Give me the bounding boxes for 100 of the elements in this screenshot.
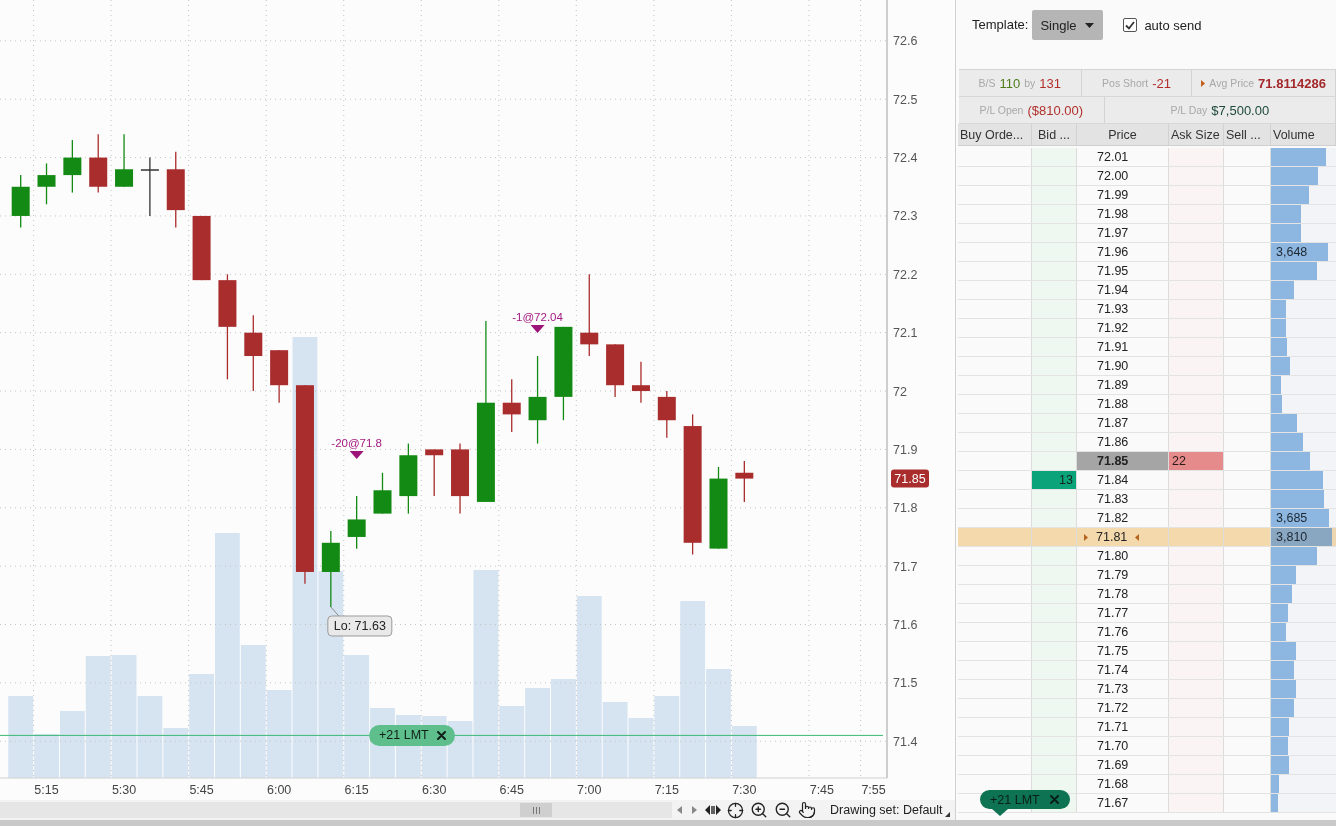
column-header[interactable]: Sell ... bbox=[1224, 124, 1271, 145]
double-arrow-icon[interactable] bbox=[705, 804, 721, 816]
candlestick bbox=[89, 133, 108, 194]
price-level: 71.87 bbox=[1096, 415, 1130, 432]
y-axis-label: 72.5 bbox=[893, 92, 918, 107]
candlestick bbox=[270, 349, 289, 404]
y-axis-label: 72.2 bbox=[893, 267, 918, 282]
x-axis-label: 6:00 bbox=[266, 783, 292, 797]
column-header[interactable]: Volume bbox=[1271, 124, 1336, 145]
price-level: 71.84 bbox=[1096, 472, 1130, 489]
crosshair-icon[interactable] bbox=[727, 801, 744, 819]
price-level: 72.00 bbox=[1096, 168, 1130, 185]
price-level: 71.76 bbox=[1096, 624, 1130, 641]
close-icon[interactable] bbox=[436, 730, 446, 740]
price-level: 71.83 bbox=[1096, 491, 1130, 508]
y-axis-label: 71.7 bbox=[893, 559, 918, 574]
column-header[interactable]: Bid ... bbox=[1032, 124, 1077, 145]
candlestick bbox=[606, 343, 625, 398]
stat-label: by bbox=[1024, 77, 1036, 89]
price-tag: 71.85 bbox=[891, 469, 929, 488]
stat-label: Pos Short bbox=[1102, 77, 1149, 89]
price-level: 71.80 bbox=[1096, 548, 1130, 565]
column-header[interactable]: Ask Size bbox=[1169, 124, 1224, 145]
stat-value: ($810.00) bbox=[1027, 102, 1084, 118]
stat-label: B/S bbox=[978, 77, 996, 89]
template-dropdown[interactable]: Single bbox=[1032, 10, 1104, 40]
candlestick bbox=[631, 361, 650, 404]
price-level: 71.75 bbox=[1096, 643, 1130, 660]
zoom-out-icon[interactable] bbox=[774, 801, 792, 819]
price-level: 71.67 bbox=[1096, 795, 1130, 812]
column-header[interactable]: Price bbox=[1077, 124, 1169, 145]
y-axis-label: 71.4 bbox=[893, 734, 918, 749]
x-axis-label: 5:45 bbox=[189, 783, 214, 797]
auto-send-label[interactable]: auto send bbox=[1144, 17, 1202, 33]
price-tooltip: Lo: 71.63 bbox=[327, 606, 393, 637]
template-label: Template: bbox=[972, 16, 1029, 34]
volume-value: 3,648 bbox=[1276, 244, 1308, 261]
column-header[interactable]: Buy Orde... bbox=[958, 124, 1032, 145]
x-axis-label: 7:55 bbox=[861, 783, 886, 797]
candlestick bbox=[11, 174, 30, 229]
x-axis-label: 7:15 bbox=[654, 783, 679, 797]
y-axis-label: 71.9 bbox=[893, 442, 918, 457]
candlestick bbox=[63, 139, 82, 194]
price-level: 71.96 bbox=[1096, 244, 1130, 261]
price-level: 72.01 bbox=[1096, 149, 1130, 166]
x-axis-label: 6:15 bbox=[344, 783, 369, 797]
stat-value: $7,500.00 bbox=[1211, 102, 1270, 118]
y-axis-label: 71.6 bbox=[893, 618, 918, 632]
order-tag[interactable]: +21 LMT bbox=[369, 724, 455, 746]
stat-label: P/L Day bbox=[1170, 104, 1208, 116]
y-axis-label: 72 bbox=[893, 384, 907, 399]
price-level: 71.68 bbox=[1096, 776, 1130, 793]
stat-value: 131 bbox=[1039, 75, 1062, 91]
caret-right-icon[interactable] bbox=[692, 806, 697, 814]
hand-icon[interactable] bbox=[798, 801, 816, 819]
scrollbar-thumb[interactable] bbox=[520, 803, 552, 817]
price-level: 71.92 bbox=[1096, 320, 1130, 337]
y-axis-label: 71.8 bbox=[893, 501, 918, 516]
x-axis-label: 7:45 bbox=[809, 783, 835, 797]
price-level: 71.81 bbox=[1096, 529, 1128, 546]
y-axis-label: 72.4 bbox=[893, 151, 918, 166]
x-axis-label: 6:30 bbox=[422, 783, 447, 797]
stat-label: Avg Price bbox=[1209, 77, 1255, 89]
candlestick bbox=[373, 472, 392, 515]
candlestick bbox=[347, 495, 366, 550]
checkbox[interactable] bbox=[1123, 18, 1138, 32]
fill-label: -20@71.8 bbox=[331, 437, 382, 449]
x-axis-label: 6:45 bbox=[499, 783, 524, 797]
drawing-set-dropdown[interactable]: Drawing set: Default bbox=[830, 803, 950, 817]
caret-left-icon[interactable] bbox=[677, 806, 682, 814]
y-axis-label: 72.3 bbox=[893, 209, 918, 224]
caret-down-icon bbox=[1085, 22, 1095, 28]
candlestick bbox=[37, 162, 56, 205]
candlestick bbox=[140, 156, 159, 217]
scrollbar[interactable] bbox=[0, 802, 672, 818]
price-level: 71.89 bbox=[1096, 377, 1130, 394]
x-axis-label: 5:30 bbox=[111, 783, 137, 797]
stat-value: 71.8114286 bbox=[1258, 75, 1327, 91]
zoom-in-icon[interactable] bbox=[750, 801, 768, 819]
volume-value: 3,810 bbox=[1276, 529, 1308, 546]
price-level: 71.79 bbox=[1096, 567, 1130, 584]
corner-triangle-icon bbox=[944, 812, 950, 817]
price-level: 71.95 bbox=[1096, 263, 1130, 280]
stat-value: -21 bbox=[1152, 75, 1171, 91]
stat-label: P/L Open bbox=[979, 104, 1024, 116]
price-level: 71.93 bbox=[1096, 301, 1130, 318]
price-level: 71.70 bbox=[1096, 738, 1130, 755]
price-level: 71.72 bbox=[1096, 700, 1130, 717]
price-level: 71.78 bbox=[1096, 586, 1130, 603]
price-level: 71.98 bbox=[1096, 206, 1130, 223]
stat-value: 110 bbox=[999, 75, 1021, 91]
price-level: 71.86 bbox=[1096, 434, 1130, 451]
fill-label: -1@72.04 bbox=[512, 311, 563, 323]
triangle-down-icon bbox=[530, 325, 545, 333]
candlestick bbox=[192, 215, 211, 281]
annotation: Lo: 71.63 bbox=[333, 619, 386, 634]
price-level: 71.91 bbox=[1096, 339, 1130, 356]
x-axis-label: 5:15 bbox=[34, 783, 59, 797]
price-level: 71.73 bbox=[1096, 681, 1130, 698]
price-level: 71.88 bbox=[1096, 396, 1130, 413]
